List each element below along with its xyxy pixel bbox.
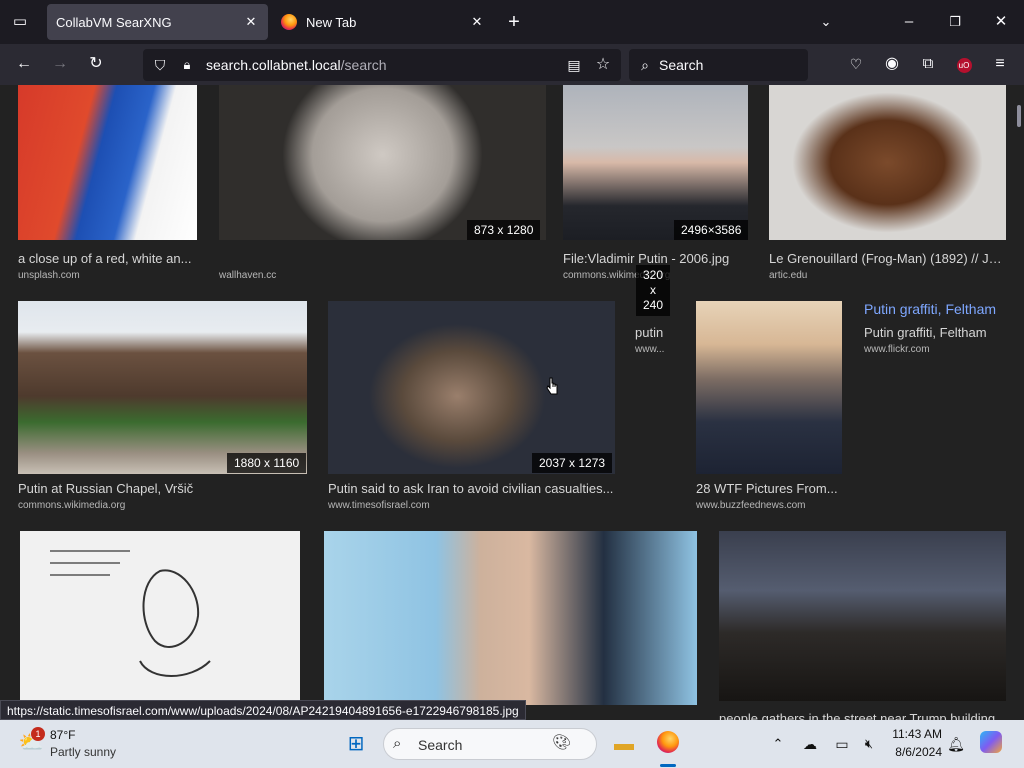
account-icon[interactable]: ◉ <box>881 53 903 75</box>
pocket-icon[interactable]: ♡ <box>845 53 867 75</box>
result-caption[interactable]: putin <box>635 325 663 340</box>
result-source[interactable]: commons.wikimedia.org <box>18 500 125 511</box>
result-image[interactable] <box>324 531 697 705</box>
result-image[interactable]: 1880 x 1160 <box>18 301 307 474</box>
extensions-icon[interactable]: ⧉ <box>917 53 939 75</box>
image-results: a close up of a red, white an... unsplas… <box>0 85 1024 720</box>
result-source[interactable]: wallhaven.cc <box>219 270 276 281</box>
new-tab-icon[interactable]: + <box>504 12 524 32</box>
search-placeholder: Search <box>659 57 704 73</box>
result-source[interactable]: www... <box>635 344 664 355</box>
weather-badge: 1 <box>31 727 45 741</box>
tab-collabvm-searxng[interactable]: CollabVM SearXNG ✕ <box>47 4 268 40</box>
taskbar-search-label: Search <box>418 737 463 753</box>
search-highlight-icon: 🎨︎ <box>552 734 572 751</box>
url-bar[interactable]: ⛉ 🔒︎ search.collabnet.local/search ▤ ☆ <box>143 49 621 81</box>
clock-date[interactable]: 8/6/2024 <box>884 745 942 759</box>
taskbar: ⛅ 1 87°F Partly sunny ⊞ ⌕ Search 🎨︎ ▬ ⌃ … <box>0 720 1024 768</box>
result-source[interactable]: artic.edu <box>769 270 807 281</box>
forward-icon[interactable]: → <box>49 53 71 75</box>
start-icon[interactable]: ⊞ <box>343 731 369 757</box>
image-dimensions-tooltip: 320 x 240 <box>636 265 671 316</box>
clock-time[interactable]: 11:43 AM <box>884 727 942 741</box>
ublock-origin-icon[interactable]: uO <box>953 53 975 75</box>
minimize-icon[interactable]: – <box>899 12 919 32</box>
close-tab-icon[interactable]: ✕ <box>242 13 260 31</box>
volume-muted-icon[interactable]: 🔇︎ <box>856 731 882 757</box>
tab-label: New Tab <box>306 14 357 30</box>
url-text: search.collabnet.local/search <box>206 57 387 73</box>
weather-temperature[interactable]: 87°F <box>50 728 75 742</box>
cloud-offline-icon[interactable]: ☁ <box>797 731 823 757</box>
result-source[interactable]: www.buzzfeednews.com <box>696 500 806 511</box>
result-caption[interactable]: Putin said to ask Iran to avoid civilian… <box>328 481 618 496</box>
display-icon[interactable]: ▭ <box>829 731 855 757</box>
cartoon-sketch <box>50 550 211 677</box>
result-caption[interactable]: Putin at Russian Chapel, Vršič <box>18 481 307 496</box>
taskbar-search[interactable]: ⌕ Search 🎨︎ <box>383 728 597 760</box>
result-source[interactable]: www.flickr.com <box>864 344 930 355</box>
link-status-bar: https://static.timesofisrael.com/www/upl… <box>0 700 526 720</box>
result-caption[interactable]: people gathers in the street near Trump … <box>719 711 1006 720</box>
image-dimensions: 2496×3586 <box>674 220 748 240</box>
image-dimensions: 873 x 1280 <box>467 220 541 240</box>
result-caption[interactable]: Putin graffiti, Feltham <box>864 325 1014 340</box>
result-image[interactable] <box>20 531 300 701</box>
copilot-icon[interactable] <box>978 731 1004 757</box>
file-explorer-icon[interactable]: ▬ <box>611 731 637 757</box>
weather-description[interactable]: Partly sunny <box>50 745 116 759</box>
close-tab-icon[interactable]: ✕ <box>468 13 486 31</box>
search-bar[interactable]: ⌕ Search <box>629 49 808 81</box>
chevron-up-icon[interactable]: ⌃ <box>765 731 791 757</box>
hand-cursor-icon <box>546 377 558 395</box>
chevron-down-icon[interactable]: ⌄ <box>816 12 836 32</box>
result-source[interactable]: www.timesofisrael.com <box>328 500 430 511</box>
menu-icon[interactable]: ≡ <box>989 53 1011 75</box>
back-icon[interactable]: ← <box>13 53 35 75</box>
result-caption[interactable]: Le Grenouillard (Frog-Man) (1892) // Je.… <box>769 251 1006 266</box>
result-image[interactable]: 873 x 1280 <box>219 85 546 240</box>
result-title-link[interactable]: Putin graffiti, Feltham <box>864 301 996 317</box>
tab-new-tab[interactable]: New Tab ✕ <box>272 4 494 40</box>
shield-icon[interactable]: ⛉ <box>149 54 171 76</box>
tab-label: CollabVM SearXNG <box>56 14 172 30</box>
close-window-icon[interactable]: ✕ <box>991 12 1011 32</box>
result-caption[interactable]: 28 WTF Pictures From... <box>696 481 842 496</box>
firefox-icon <box>281 14 297 30</box>
search-icon: ⌕ <box>393 735 402 752</box>
active-app-indicator <box>660 764 676 767</box>
result-image[interactable] <box>18 85 197 240</box>
title-bar: ▭ CollabVM SearXNG ✕ New Tab ✕ + ⌄ – ❐ ✕ <box>0 0 1024 44</box>
navigation-bar: ← → ↻ ⛉ 🔒︎ search.collabnet.local/search… <box>0 44 1024 85</box>
result-caption[interactable]: a close up of a red, white an... <box>18 251 198 266</box>
reader-view-icon[interactable]: ▤ <box>563 54 585 76</box>
image-dimensions: 2037 x 1273 <box>532 453 613 473</box>
notification-bell-icon[interactable]: 🔔︎ <box>943 731 969 757</box>
scrollbar-thumb[interactable] <box>1017 105 1021 127</box>
firefox-taskbar-icon[interactable] <box>655 731 681 757</box>
tab-list-icon[interactable]: ▭ <box>10 12 30 32</box>
reload-icon[interactable]: ↻ <box>85 53 107 75</box>
result-image[interactable]: 2496×3586 <box>563 85 748 240</box>
lock-icon[interactable]: 🔒︎ <box>176 54 198 76</box>
search-icon: ⌕ <box>641 57 649 73</box>
image-dimensions: 1880 x 1160 <box>227 453 307 473</box>
bookmark-star-icon[interactable]: ☆ <box>592 54 614 76</box>
result-image[interactable]: 2037 x 1273 <box>328 301 615 474</box>
maximize-icon[interactable]: ❐ <box>945 12 965 32</box>
result-image[interactable] <box>696 301 842 474</box>
result-image[interactable] <box>719 531 1006 701</box>
result-source[interactable]: unsplash.com <box>18 270 80 281</box>
result-caption[interactable]: File:Vladimir Putin - 2006.jpg <box>563 251 748 266</box>
result-image[interactable] <box>769 85 1006 240</box>
